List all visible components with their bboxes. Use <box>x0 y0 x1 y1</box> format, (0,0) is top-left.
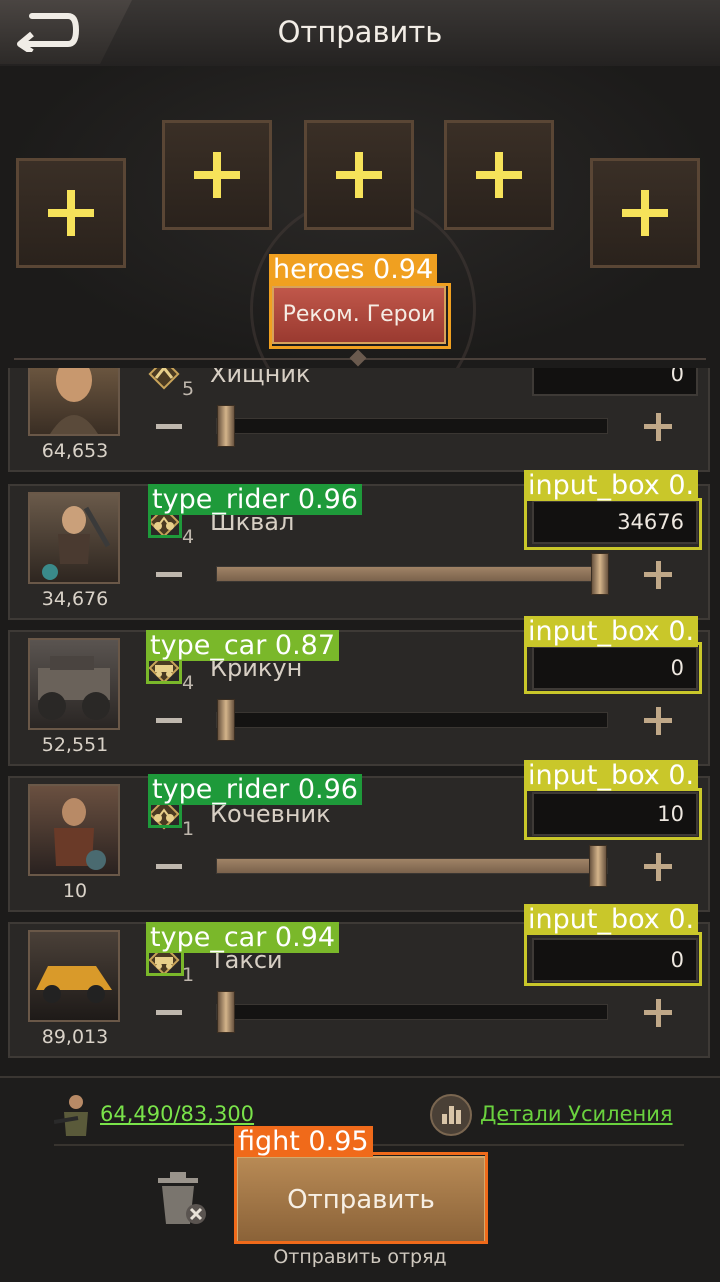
hero-slot-5[interactable] <box>590 158 700 268</box>
troop-slider[interactable] <box>216 553 609 595</box>
increase-button-vertical[interactable] <box>655 853 661 881</box>
decrease-button[interactable] <box>156 864 182 869</box>
increase-button-vertical[interactable] <box>655 999 661 1027</box>
boost-details-link[interactable]: Детали Усиления <box>480 1102 673 1126</box>
add-hero-icon <box>194 152 240 198</box>
detection-label-rider-1: type_rider 0.96 <box>148 484 362 515</box>
detection-label-heroes: heroes 0.94 <box>269 254 438 285</box>
slider-handle[interactable] <box>591 553 609 595</box>
detection-box-input-2 <box>524 642 702 694</box>
decrease-button[interactable] <box>156 572 182 577</box>
troop-card-predator: 64,653 5 Хищник 0 <box>8 368 710 472</box>
troop-tier: 1 <box>182 818 195 840</box>
troop-capacity-link[interactable]: 64,490/83,300 <box>100 1102 254 1126</box>
add-hero-icon <box>336 152 382 198</box>
detection-box-fight <box>234 1152 488 1244</box>
boost-chart-icon[interactable] <box>430 1094 472 1136</box>
slider-handle[interactable] <box>589 845 607 887</box>
increase-button-vertical[interactable] <box>655 561 661 589</box>
troop-portrait <box>28 368 120 436</box>
detection-label-input-3: input_box 0. <box>524 760 699 791</box>
detection-box-rider-1 <box>148 512 182 538</box>
increase-button-vertical[interactable] <box>655 413 661 441</box>
troop-portrait <box>28 638 120 730</box>
hero-slot-2[interactable] <box>162 120 272 230</box>
troop-tier: 4 <box>182 672 195 694</box>
detection-label-input-1: input_box 0. <box>524 470 699 501</box>
detection-label-car-2: type_car 0.94 <box>146 922 340 953</box>
detection-box-input-4 <box>524 932 702 986</box>
slider-handle[interactable] <box>217 699 235 741</box>
troop-portrait <box>28 492 120 584</box>
add-hero-icon <box>48 190 94 236</box>
troop-type-icon <box>148 368 180 390</box>
troop-slider[interactable] <box>216 991 608 1033</box>
detection-box-input-3 <box>524 788 702 840</box>
page-title: Отправить <box>277 15 443 49</box>
troop-slider[interactable] <box>216 405 608 447</box>
detection-box-rider-2 <box>148 802 182 828</box>
troop-count-input[interactable]: 0 <box>532 368 698 396</box>
slider-handle[interactable] <box>217 405 235 447</box>
troop-portrait-icon <box>36 966 112 1003</box>
troop-power: 64,653 <box>41 440 109 462</box>
header-bar: Отправить <box>0 0 720 68</box>
troop-tier: 5 <box>182 378 195 400</box>
trash-icon[interactable] <box>150 1168 214 1230</box>
troop-slider[interactable] <box>216 699 608 741</box>
detection-label-fight: fight 0.95 <box>234 1126 373 1157</box>
decrease-button[interactable] <box>156 718 182 723</box>
hero-slot-4[interactable] <box>444 120 554 230</box>
increase-button-vertical[interactable] <box>655 707 661 735</box>
slider-fill <box>217 567 607 581</box>
add-hero-icon <box>622 190 668 236</box>
slider-fill <box>217 859 592 873</box>
detection-label-rider-2: type_rider 0.96 <box>148 774 362 805</box>
detection-box-heroes <box>269 283 451 349</box>
troop-portrait-icon <box>42 506 111 580</box>
troop-tier: 4 <box>182 526 195 548</box>
add-hero-icon <box>476 152 522 198</box>
troop-power: 89,013 <box>41 1026 109 1048</box>
troop-power: 10 <box>62 880 88 902</box>
commander-avatar-icon <box>54 1095 88 1136</box>
troop-portrait <box>28 784 120 876</box>
troop-portrait-icon <box>38 656 110 720</box>
hero-slot-1[interactable] <box>16 158 126 268</box>
troop-power: 34,676 <box>41 588 109 610</box>
detection-label-input-2: input_box 0. <box>524 616 699 647</box>
slider-handle[interactable] <box>217 991 235 1033</box>
detection-label-car-1: type_car 0.87 <box>146 630 340 661</box>
decrease-button[interactable] <box>156 424 182 429</box>
troop-power: 52,551 <box>41 734 109 756</box>
detection-label-input-4: input_box 0. <box>524 904 699 935</box>
troop-portrait-icon <box>54 798 106 870</box>
detection-box-input-1 <box>524 498 702 550</box>
troop-portrait <box>28 930 120 1022</box>
send-hint-text: Отправить отряд <box>273 1246 447 1268</box>
troop-slider[interactable] <box>216 845 608 887</box>
troop-name: Хищник <box>210 368 311 388</box>
decrease-button[interactable] <box>156 1010 182 1015</box>
troop-portrait-icon <box>50 368 98 434</box>
hero-slot-3[interactable] <box>304 120 414 230</box>
